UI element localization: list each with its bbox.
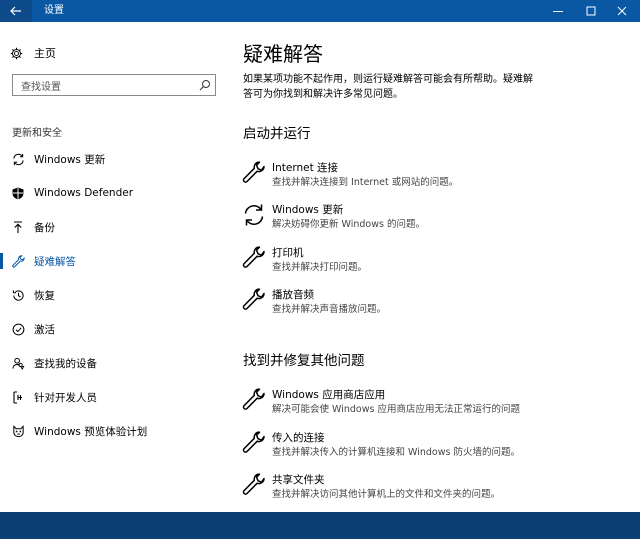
back-button[interactable] — [0, 0, 32, 22]
title-bar: 设置 — [0, 0, 640, 22]
sidebar-item-label: Windows Defender — [34, 187, 134, 199]
sidebar-item-backup[interactable]: 备份 — [0, 215, 228, 239]
person-pin-icon — [11, 357, 25, 370]
wrench-icon — [242, 161, 265, 183]
sidebar-item-label: 查找我的设备 — [34, 357, 97, 370]
close-icon — [617, 6, 627, 16]
troubleshooter-desc: 查找并解决打印问题。 — [272, 262, 368, 273]
refresh-icon — [244, 204, 264, 226]
troubleshooter-incoming-connections[interactable]: 传入的连接 查找并解决传入的计算机连接和 Windows 防火墙的问题。 — [242, 431, 632, 465]
taskbar — [0, 512, 640, 539]
troubleshooter-printer[interactable]: 打印机 查找并解决打印问题。 — [242, 246, 632, 280]
sidebar-item-label: 激活 — [34, 323, 55, 336]
wrench-icon — [242, 473, 265, 495]
maximize-icon — [586, 6, 596, 16]
sidebar-item-find-my-device[interactable]: 查找我的设备 — [0, 351, 228, 375]
window-title: 设置 — [44, 5, 64, 16]
troubleshooter-name: 共享文件夹 — [272, 474, 325, 486]
troubleshooter-store-apps[interactable]: Windows 应用商店应用 解决可能会使 Windows 应用商店应用无法正常… — [242, 388, 632, 422]
sidebar-item-label: Windows 更新 — [34, 153, 106, 166]
check-circle-icon — [12, 323, 24, 335]
sidebar-item-recovery[interactable]: 恢复 — [0, 283, 228, 307]
gear-icon — [10, 47, 23, 59]
troubleshooter-windows-update[interactable]: Windows 更新 解决妨碍你更新 Windows 的问题。 — [242, 203, 632, 237]
sidebar-item-for-developers[interactable]: 针对开发人员 — [0, 385, 228, 409]
troubleshooter-desc: 查找并解决声音播放问题。 — [272, 304, 387, 315]
troubleshooter-desc: 解决妨碍你更新 Windows 的问题。 — [272, 219, 425, 230]
selection-indicator — [0, 253, 3, 269]
search-input[interactable] — [13, 77, 193, 98]
troubleshooter-desc: 查找并解决连接到 Internet 或网站的问题。 — [272, 177, 459, 188]
shield-icon — [12, 187, 24, 199]
home-label: 主页 — [34, 47, 56, 60]
section-label: 更新和安全 — [12, 128, 62, 139]
wrench-icon — [242, 431, 265, 453]
minimize-icon — [553, 11, 563, 12]
troubleshooter-desc: 查找并解决传入的计算机连接和 Windows 防火墙的问题。 — [272, 447, 520, 458]
sidebar-item-label: 疑难解答 — [34, 255, 76, 268]
history-icon — [12, 289, 24, 301]
sidebar-item-windows-defender[interactable]: Windows Defender — [0, 181, 228, 205]
troubleshooter-name: Internet 连接 — [272, 162, 339, 174]
troubleshooter-name: Windows 更新 — [272, 204, 344, 216]
sidebar-item-insider-program[interactable]: Windows 预览体验计划 — [0, 419, 228, 443]
developer-icon — [13, 390, 22, 404]
search-box[interactable] — [12, 74, 216, 98]
troubleshooter-shared-folders[interactable]: 共享文件夹 查找并解决访问其他计算机上的文件和文件夹的问题。 — [242, 473, 632, 507]
main-content: 疑难解答 如果某项功能不起作用，则运行疑难解答可能会有所帮助。疑难解 答可为你找… — [228, 22, 640, 512]
troubleshooter-playing-audio[interactable]: 播放音频 查找并解决声音播放问题。 — [242, 288, 632, 322]
troubleshooter-internet-connections[interactable]: Internet 连接 查找并解决连接到 Internet 或网站的问题。 — [242, 161, 632, 195]
wrench-icon — [242, 246, 265, 268]
home-link[interactable]: 主页 — [10, 44, 56, 62]
sidebar: 主页 更新和安全 Windows 更新 Windows Defender — [0, 22, 228, 512]
page-title: 疑难解答 — [243, 42, 323, 66]
close-button[interactable] — [604, 0, 640, 22]
backup-arrow-icon — [14, 220, 22, 233]
sidebar-item-label: 恢复 — [34, 289, 55, 302]
troubleshooter-desc: 查找并解决访问其他计算机上的文件和文件夹的问题。 — [272, 489, 501, 500]
sidebar-item-label: 备份 — [34, 221, 55, 234]
troubleshooter-name: 播放音频 — [272, 289, 314, 301]
wrench-icon — [242, 388, 265, 410]
troubleshooter-name: 打印机 — [272, 247, 304, 259]
troubleshooter-desc: 解决可能会使 Windows 应用商店应用无法正常运行的问题 — [272, 404, 520, 415]
insider-cat-icon — [12, 424, 24, 437]
intro-line-1: 如果某项功能不起作用，则运行疑难解答可能会有所帮助。疑难解 — [243, 74, 533, 85]
search-icon[interactable] — [199, 79, 211, 91]
section-heading-find-and-fix-other: 找到并修复其他问题 — [243, 353, 365, 369]
sidebar-item-troubleshoot[interactable]: 疑难解答 — [0, 249, 228, 273]
section-heading-get-up-and-running: 启动并运行 — [243, 126, 311, 142]
refresh-icon — [12, 153, 24, 165]
intro-text: 如果某项功能不起作用，则运行疑难解答可能会有所帮助。疑难解 答可为你找到和解决许… — [243, 72, 573, 102]
troubleshooter-name: Windows 应用商店应用 — [272, 389, 386, 401]
minimize-button[interactable] — [540, 0, 576, 22]
troubleshooter-name: 传入的连接 — [272, 432, 325, 444]
sidebar-item-windows-update[interactable]: Windows 更新 — [0, 147, 228, 171]
wrench-icon — [11, 254, 25, 268]
wrench-icon — [242, 288, 265, 310]
back-arrow-icon — [10, 6, 21, 16]
sidebar-item-label: 针对开发人员 — [34, 391, 97, 404]
intro-line-2: 答可为你找到和解决许多常见问题。 — [243, 89, 403, 100]
sidebar-item-activation[interactable]: 激活 — [0, 317, 228, 341]
sidebar-item-label: Windows 预览体验计划 — [34, 425, 148, 438]
